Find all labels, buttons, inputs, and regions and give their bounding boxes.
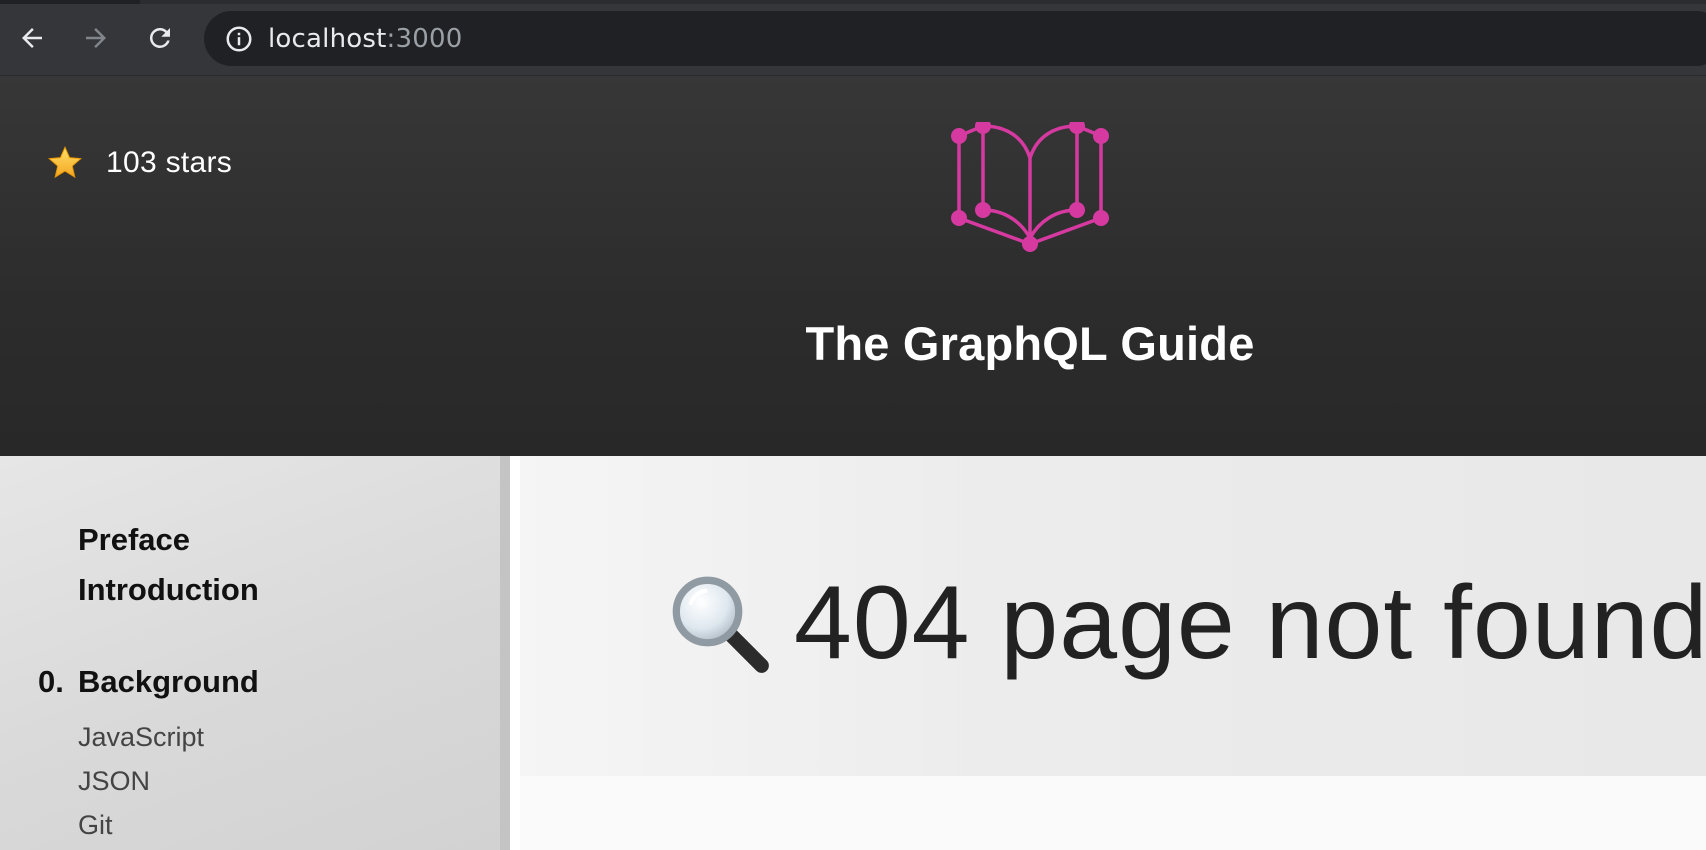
sidebar-subitem-json[interactable]: JSON (78, 766, 150, 797)
sidebar-subitem-git[interactable]: Git (78, 810, 113, 841)
main-content: 404 page not found (520, 456, 1706, 850)
not-found-hero: 404 page not found (520, 456, 1706, 776)
sidebar-item-introduction[interactable]: Introduction (78, 572, 259, 608)
site-header: 103 stars The GraphQL Guide (0, 76, 1706, 456)
url-port: :3000 (386, 23, 463, 54)
not-found-message: 404 page not found (794, 565, 1706, 681)
active-tab-edge (0, 0, 140, 4)
arrow-right-icon (86, 28, 106, 48)
tab-strip-edge (0, 0, 1706, 4)
github-stars-link[interactable]: 103 stars (46, 144, 232, 182)
browser-toolbar: localhost:3000 (0, 0, 1706, 76)
url-text: localhost:3000 (268, 24, 462, 54)
site-title[interactable]: The GraphQL Guide (0, 316, 1706, 371)
arrow-left-icon (22, 28, 42, 48)
address-bar[interactable]: localhost:3000 (204, 11, 1706, 66)
back-button[interactable] (12, 18, 52, 58)
magnifying-glass-icon (672, 576, 769, 673)
reload-icon (149, 27, 170, 48)
star-icon (48, 145, 82, 179)
stars-count: 103 stars (106, 146, 233, 179)
info-icon[interactable] (224, 24, 254, 54)
forward-button[interactable] (76, 18, 116, 58)
reload-button[interactable] (140, 18, 180, 58)
sidebar-item-preface[interactable]: Preface (78, 522, 190, 558)
url-host: localhost (268, 23, 387, 54)
sidebar-subitem-javascript[interactable]: JavaScript (78, 722, 204, 753)
chapter-number: 0. (38, 664, 64, 699)
chapter-label: Background (78, 664, 259, 699)
graphql-book-logo-icon[interactable] (945, 122, 1115, 272)
not-found-heading: 404 page not found (668, 564, 1706, 683)
sidebar-chapter-background[interactable]: 0. Background (38, 664, 259, 700)
sidebar-nav: Preface Introduction 0. Background JavaS… (0, 456, 510, 850)
